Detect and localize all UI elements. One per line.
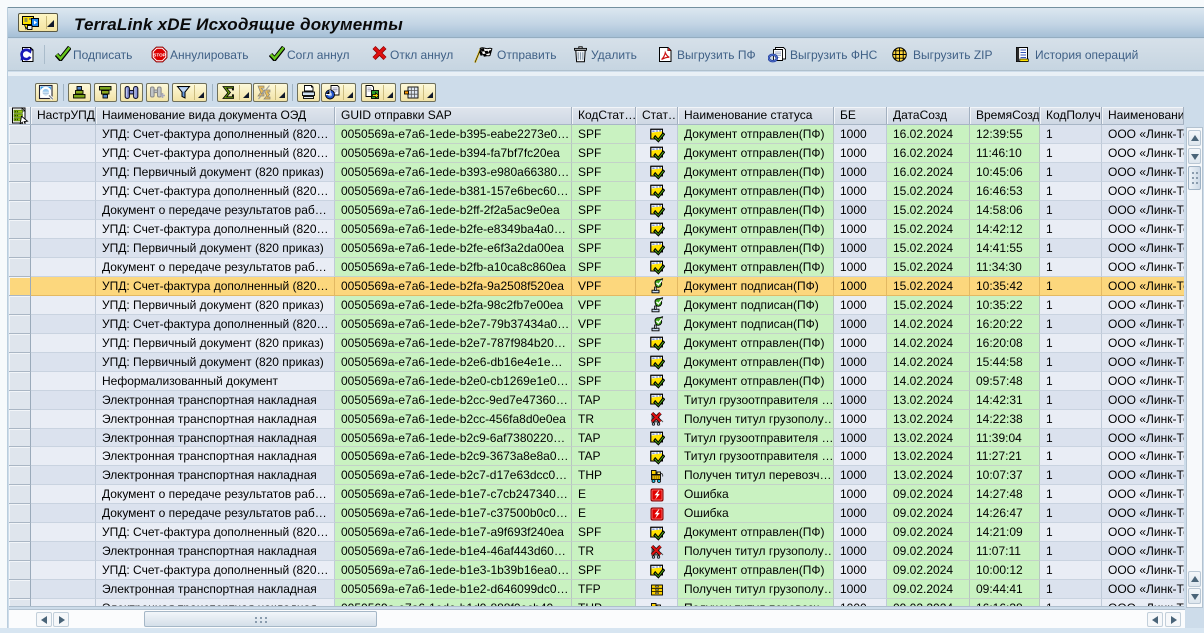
svg-text:STOP: STOP (153, 53, 165, 58)
